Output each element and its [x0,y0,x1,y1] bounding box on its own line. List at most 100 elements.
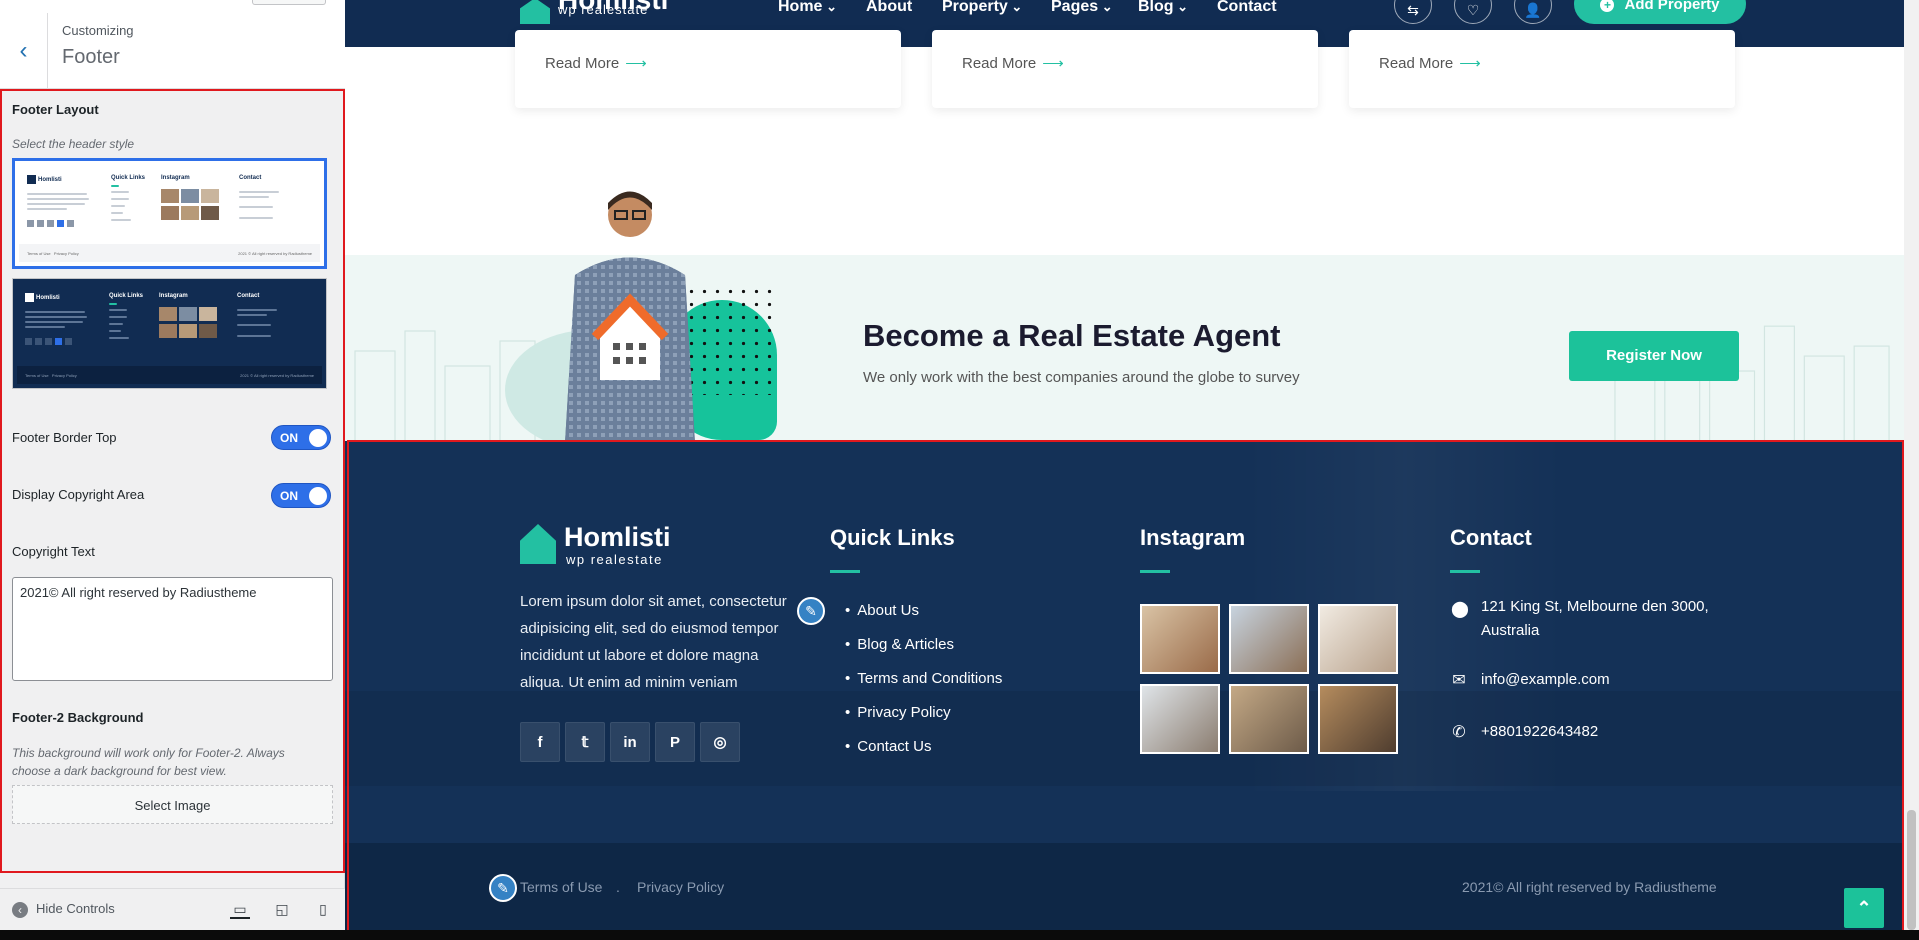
map-pin-icon: ⬤ [1451,601,1469,618]
pinterest-icon[interactable]: P [655,722,695,762]
privacy-policy-link[interactable]: Privacy Policy [637,879,724,895]
edit-shortcut-pencil-icon[interactable]: ✎ [797,597,825,625]
read-more-link[interactable]: Read More ⟶ [1379,54,1481,72]
customizing-label: Customizing [62,23,134,38]
thumb-logo-dark: Homlisti [25,293,60,302]
nav-item-home[interactable]: Home ⌄ [778,0,837,16]
quick-link-terms[interactable]: Terms and Conditions [845,670,1002,687]
section-title: Footer [62,46,120,68]
footer2-background-label: Footer-2 Background [12,710,144,725]
chevron-down-icon: ⌄ [822,0,837,14]
phone-icon: ✆ [1452,724,1466,741]
nav-item-property[interactable]: Property ⌄ [942,0,1022,16]
os-taskbar-edge [0,930,1919,940]
heart-icon[interactable]: ♡ [1454,0,1492,24]
contact-heading: Contact [1450,525,1532,550]
add-property-button[interactable]: + Add Property [1574,0,1746,24]
add-property-label: Add Property [1624,0,1720,13]
scrollbar-thumb[interactable] [1907,810,1916,930]
chevron-left-icon: ‹ [19,37,28,64]
agent-subtitle: We only work with the best companies aro… [863,369,1300,386]
instagram-icon[interactable]: ◎ [700,722,740,762]
copyright-text-label: Copyright Text [12,544,95,559]
footer-border-top-toggle[interactable]: ON [271,425,331,450]
back-button[interactable]: ‹ [0,13,48,89]
quick-link-about[interactable]: About Us [845,602,919,619]
blog-card: Read More ⟶ [515,30,901,108]
customizer-panel: ‹ Customizing Footer Footer Layout Selec… [0,0,345,940]
publish-button-edge[interactable] [252,0,326,5]
read-more-link[interactable]: Read More ⟶ [545,54,647,72]
compare-icon[interactable]: ⇆ [1394,0,1432,24]
mobile-icon[interactable]: ▯ [313,899,333,919]
contact-phone[interactable]: +8801922643482 [1481,720,1598,744]
thumb-dark-col-1: Quick Links [109,293,144,299]
arrow-right-icon: ⟶ [625,55,647,72]
heading-underline [1450,570,1480,573]
thumb-col-2: Instagram [161,175,190,181]
footer-layout-option-2[interactable]: Homlisti Quick Links Instagram Contact T… [12,278,327,389]
toggle-knob [309,429,327,447]
nav-item-about[interactable]: About [866,0,912,16]
instagram-photo[interactable] [1318,684,1398,754]
tablet-icon[interactable]: ◱ [272,899,292,919]
twitter-icon[interactable]: 𝕥 [565,722,605,762]
blog-card: Read More ⟶ [932,30,1318,108]
nav-item-label: Blog [1138,0,1174,15]
footer-border-top-label: Footer Border Top [12,430,117,445]
nav-item-blog[interactable]: Blog ⌄ [1138,0,1188,16]
quick-link-privacy[interactable]: Privacy Policy [845,704,950,721]
facebook-icon[interactable]: f [520,722,560,762]
arrow-right-icon: ⟶ [1459,55,1481,72]
agent-title: Become a Real Estate Agent [863,318,1281,353]
customizer-footer: ‹ Hide Controls ▭ ◱ ▯ [0,888,345,930]
nav-item-pages[interactable]: Pages ⌄ [1051,0,1113,16]
linkedin-icon[interactable]: in [610,722,650,762]
blog-card: Read More ⟶ [1349,30,1735,108]
quick-link-contact[interactable]: Contact Us [845,738,931,755]
contact-email[interactable]: info@example.com [1481,668,1610,692]
footer2-background-description: This background will work only for Foote… [12,746,285,778]
desktop-icon[interactable]: ▭ [230,899,250,919]
heading-underline [830,570,860,573]
site-preview: Homlisti wp realestate Home ⌄ About Proper… [345,0,1904,940]
instagram-photo[interactable] [1229,684,1309,754]
terms-of-use-link[interactable]: Terms of Use [520,879,602,895]
heading-underline [1140,570,1170,573]
instagram-photo[interactable] [1229,604,1309,674]
thumb-col-1: Quick Links [111,175,146,181]
separator-dot: . [616,879,620,895]
house-logo-icon [520,0,550,24]
thumb-logo: Homlisti [27,175,62,184]
instagram-photo[interactable] [1318,604,1398,674]
read-more-link[interactable]: Read More ⟶ [962,54,1064,72]
thumb-dark-col-2: Instagram [159,293,188,299]
nav-item-contact[interactable]: Contact [1217,0,1277,16]
instagram-photo[interactable] [1140,684,1220,754]
edit-shortcut-pencil-icon[interactable]: ✎ [489,874,517,902]
nav-item-label: Home [778,0,823,15]
display-copyright-toggle[interactable]: ON [271,483,331,508]
user-icon[interactable]: 👤 [1514,0,1552,24]
scroll-to-top-button[interactable]: ⌃ [1844,888,1884,928]
envelope-icon: ✉ [1452,672,1466,689]
preview-scrollbar[interactable] [1904,0,1919,940]
nav-item-label: About [866,0,913,15]
arrow-right-icon: ⟶ [1042,55,1064,72]
footer-layout-option-1[interactable]: Homlisti Quick Links Instagram Contact T… [12,158,327,269]
agent-person-image [565,191,695,443]
collapse-icon: ‹ [12,901,28,918]
chevron-down-icon: ⌄ [1007,0,1023,14]
instagram-photo[interactable] [1140,604,1220,674]
select-image-button[interactable]: Select Image [12,785,333,824]
copyright-text-input[interactable]: 2021© All right reserved by Radiustheme [12,577,333,681]
instagram-heading: Instagram [1140,525,1246,550]
copyright-text: 2021© All right reserved by Radiustheme [1462,879,1717,895]
hide-controls-button[interactable]: ‹ Hide Controls [12,901,115,918]
display-copyright-label: Display Copyright Area [12,487,145,502]
quick-link-blog[interactable]: Blog & Articles [845,636,954,653]
register-now-button[interactable]: Register Now [1569,331,1739,381]
hide-controls-label: Hide Controls [36,901,115,916]
screen: ‹ Customizing Footer Footer Layout Selec… [0,0,1919,940]
thumb-dark-bottom-left: Terms of Use Privacy Policy [25,373,77,378]
